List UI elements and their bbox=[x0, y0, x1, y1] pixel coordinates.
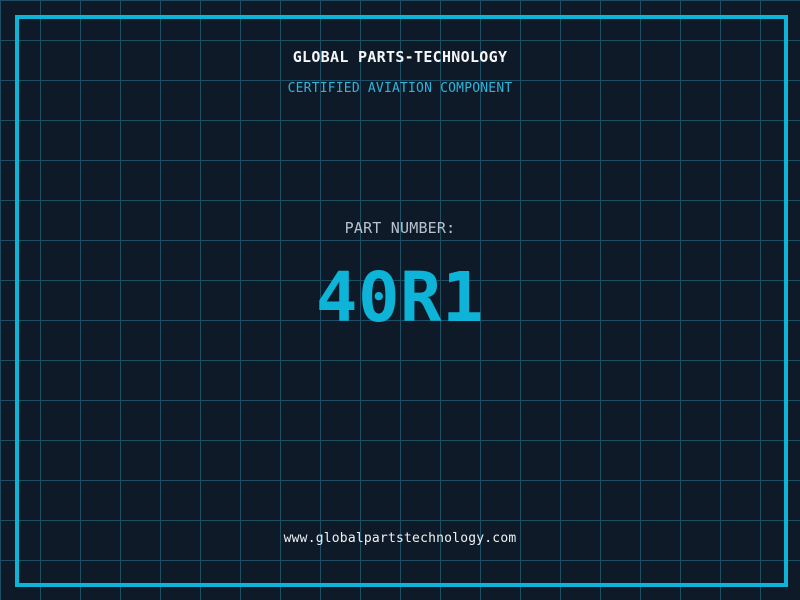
blueprint-screen: GLOBAL PARTS-TECHNOLOGY CERTIFIED AVIATI… bbox=[0, 0, 800, 600]
website-url: www.globalpartstechnology.com bbox=[283, 531, 517, 546]
certification-subtitle: CERTIFIED AVIATION COMPONENT bbox=[287, 81, 513, 96]
part-number-value: 40R1 bbox=[315, 258, 485, 338]
part-number-label: PART NUMBER: bbox=[344, 219, 456, 237]
company-title: GLOBAL PARTS-TECHNOLOGY bbox=[292, 48, 508, 66]
